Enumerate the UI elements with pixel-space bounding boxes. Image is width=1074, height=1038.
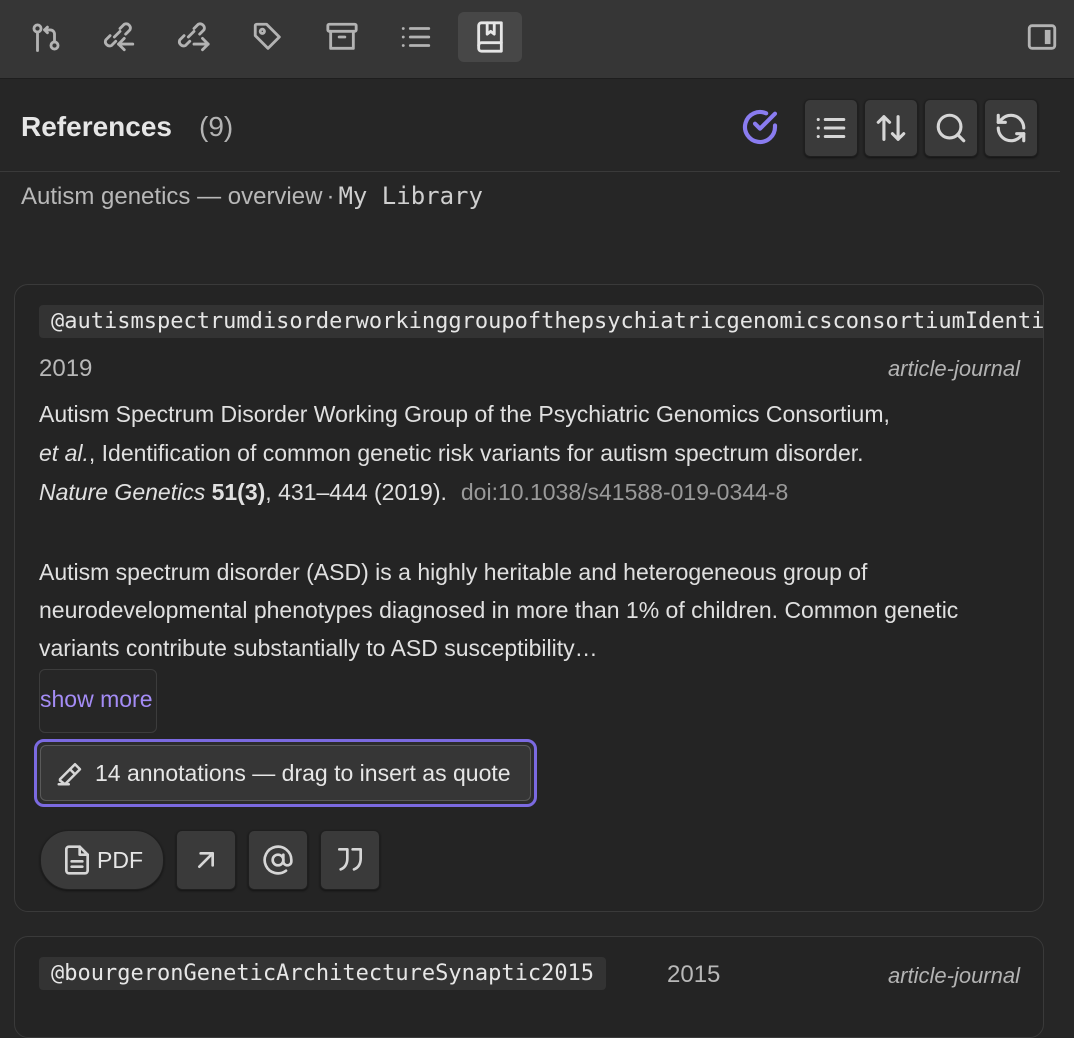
citekey-badge[interactable]: @bourgeronGeneticArchitectureSynaptic201…	[39, 957, 607, 990]
tab-outgoing-links[interactable]	[162, 12, 226, 62]
insert-quote-button[interactable]	[320, 830, 380, 890]
et-al: et al.	[39, 440, 89, 466]
at-sign-icon	[263, 845, 293, 875]
show-more-button[interactable]: show more	[39, 669, 157, 733]
reference-year: 2015	[667, 961, 721, 988]
citekey-badge[interactable]: @autismspectrumdisorderworkinggroupofthe…	[39, 305, 1043, 338]
insert-citation-button[interactable]	[248, 830, 308, 890]
sidebar-toggle-icon	[1027, 24, 1057, 50]
git-compare-icon	[32, 23, 60, 52]
journal-pages: , 431–444 (2019).	[265, 479, 447, 505]
list-view-button[interactable]	[804, 99, 858, 157]
reference-type: article-journal	[887, 963, 1020, 988]
library-name: My Library	[338, 182, 483, 210]
reference-year: 2019	[39, 355, 93, 382]
reference-title: , Identification of common genetic risk …	[88, 440, 864, 466]
open-pdf-button[interactable]: PDF	[40, 830, 164, 890]
check-circle-icon[interactable]	[740, 107, 780, 147]
tab-outline[interactable]	[384, 12, 448, 62]
refresh-button[interactable]	[984, 99, 1038, 157]
file-text-icon	[65, 845, 89, 875]
authors: Autism Spectrum Disorder Working Group o…	[39, 401, 890, 427]
sidebar-toggle-button[interactable]	[1014, 12, 1070, 62]
list-icon	[401, 27, 431, 47]
bibliography-entry: Autism Spectrum Disorder Working Group o…	[39, 395, 1019, 512]
archive-icon	[326, 22, 358, 50]
refresh-icon	[996, 113, 1026, 143]
outgoing-links-icon	[178, 22, 210, 52]
highlighter-icon	[57, 763, 82, 786]
doi-link[interactable]: doi:10.1038/s41588-019-0344-8	[461, 479, 788, 505]
search-button[interactable]	[924, 99, 978, 157]
note-title: Autism genetics — overview	[21, 183, 323, 210]
page-title: References	[21, 111, 172, 142]
sort-button[interactable]	[864, 99, 918, 157]
journal-name: Nature Genetics	[39, 479, 206, 505]
reference-count: (9)	[199, 111, 234, 142]
tag-icon	[253, 22, 281, 50]
tab-tags[interactable]	[236, 12, 300, 62]
references-header: References (9)	[0, 79, 1060, 172]
tab-backlinks[interactable]	[88, 12, 152, 62]
annotations-drag-button[interactable]: 14 annotations — drag to insert as quote	[34, 739, 537, 807]
search-icon	[936, 113, 966, 143]
incoming-links-icon	[104, 22, 135, 52]
annotations-label: 14 annotations — drag to insert as quote	[95, 759, 511, 786]
reference-type: article-journal	[887, 356, 1020, 381]
journal-volume: 51(3)	[211, 479, 266, 505]
quote-icon	[338, 848, 362, 871]
arrow-up-right-icon	[198, 852, 214, 868]
subtitle-separator: ·	[326, 183, 335, 210]
open-external-button[interactable]	[176, 830, 236, 890]
sort-arrows-icon	[876, 115, 906, 141]
subtitle: Autism genetics — overview · My Library	[21, 182, 483, 211]
bookmark-book-icon	[477, 21, 503, 53]
scrollbar[interactable]	[1062, 79, 1074, 1012]
pdf-label: PDF	[97, 846, 143, 873]
tab-strip	[0, 0, 1074, 79]
abstract-text: Autism spectrum disorder (ASD) is a high…	[39, 559, 959, 661]
tab-archive[interactable]	[310, 12, 374, 62]
reference-card[interactable]: @bourgeronGeneticArchitectureSynaptic201…	[14, 936, 1044, 1038]
tab-git-compare[interactable]	[14, 12, 78, 62]
tab-references[interactable]	[458, 12, 522, 62]
reference-card[interactable]: @autismspectrumdisorderworkinggroupofthe…	[14, 284, 1044, 912]
list-icon	[816, 117, 846, 139]
